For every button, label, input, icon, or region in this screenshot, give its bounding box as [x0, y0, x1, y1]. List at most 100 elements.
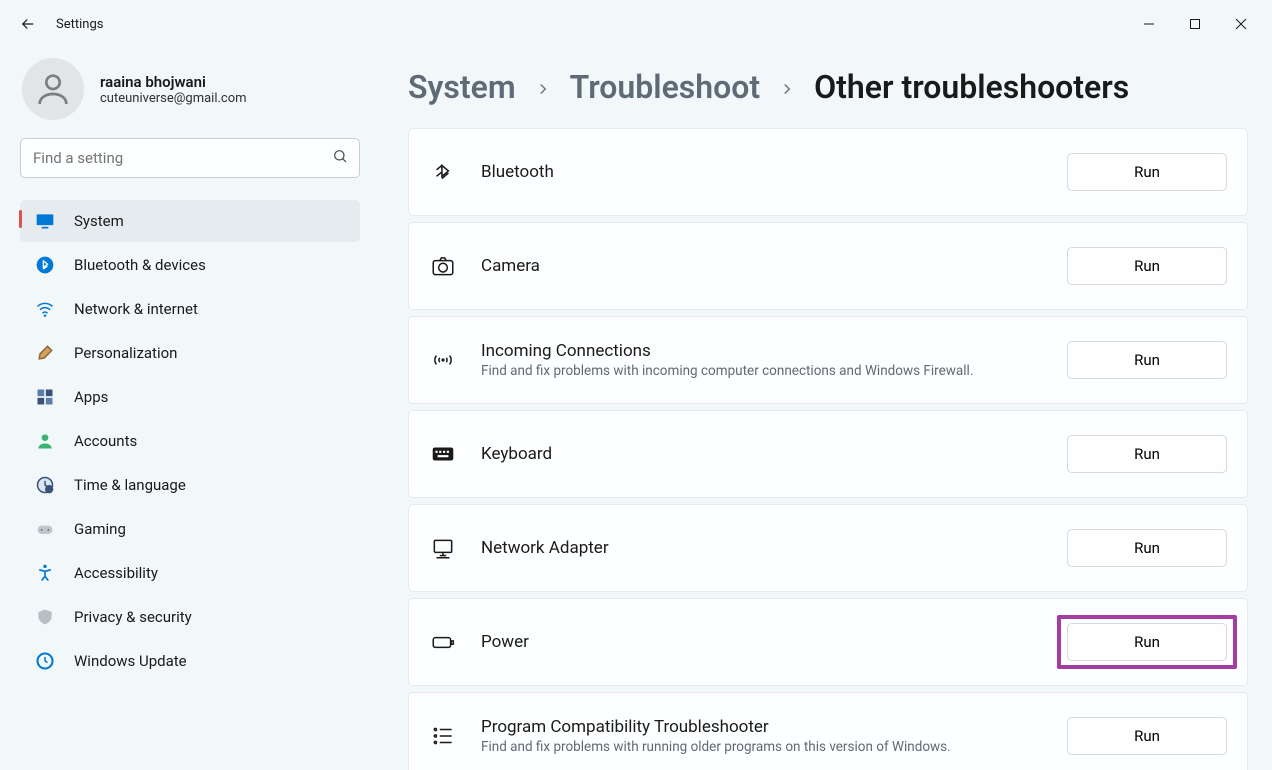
nav-item-label: Privacy & security [74, 608, 192, 626]
troubleshooter-program-compatibility-troubleshooter: Program Compatibility Troubleshooter Fin… [408, 692, 1248, 770]
sidebar: raaina bhojwani cuteuniverse@gmail.com S… [0, 48, 380, 770]
troubleshooter-power: Power Run [408, 598, 1248, 686]
breadcrumb-troubleshoot[interactable]: Troubleshoot [570, 68, 760, 106]
window-controls [1126, 8, 1264, 40]
close-icon [1235, 18, 1247, 30]
run-button[interactable]: Run [1067, 247, 1227, 285]
chevron-right-icon [778, 68, 796, 106]
card-title: Incoming Connections [481, 341, 1043, 361]
nav-list: System Bluetooth & devices Network & inter… [20, 200, 360, 682]
nav-item-apps[interactable]: Apps [20, 376, 360, 418]
troubleshooter-network-adapter: Network Adapter Run [408, 504, 1248, 592]
breadcrumb: System Troubleshoot Other troubleshooter… [408, 68, 1248, 106]
accessibility-icon [34, 562, 56, 584]
nav-item-system[interactable]: System [20, 200, 360, 242]
bluetooth-icon [34, 254, 56, 276]
keyboard-icon [429, 440, 457, 468]
nav-item-personalization[interactable]: Personalization [20, 332, 360, 374]
nav-item-label: Windows Update [74, 652, 187, 670]
nav-item-label: Accounts [74, 432, 137, 450]
update-icon [34, 650, 56, 672]
shield-icon [34, 606, 56, 628]
nav-item-bluetooth-devices[interactable]: Bluetooth & devices [20, 244, 360, 286]
run-button[interactable]: Run [1067, 153, 1227, 191]
card-body: Camera [481, 256, 1043, 276]
power-icon [429, 628, 457, 656]
breadcrumb-current: Other troubleshooters [814, 68, 1129, 106]
search-icon [332, 148, 348, 168]
apps-icon [34, 386, 56, 408]
card-subtitle: Find and fix problems with incoming comp… [481, 363, 1043, 379]
avatar [22, 58, 84, 120]
camera-icon [429, 252, 457, 280]
nav-item-network-internet[interactable]: Network & internet [20, 288, 360, 330]
card-subtitle: Find and fix problems with running older… [481, 739, 1043, 755]
bluetooth-outline-icon [429, 158, 457, 186]
card-body: Network Adapter [481, 538, 1043, 558]
arrow-left-icon [19, 15, 37, 33]
nav-item-label: Apps [74, 388, 108, 406]
chevron-right-icon [534, 68, 552, 106]
run-button[interactable]: Run [1067, 529, 1227, 567]
maximize-button[interactable] [1172, 8, 1218, 40]
monitor-icon [34, 210, 56, 232]
nav-item-label: System [74, 212, 124, 230]
troubleshooter-keyboard: Keyboard Run [408, 410, 1248, 498]
nav-item-label: Network & internet [74, 300, 198, 318]
minimize-icon [1143, 18, 1155, 30]
run-button[interactable]: Run [1067, 341, 1227, 379]
card-body: Program Compatibility Troubleshooter Fin… [481, 717, 1043, 755]
card-title: Power [481, 632, 1043, 652]
nav-item-accessibility[interactable]: Accessibility [20, 552, 360, 594]
card-title: Bluetooth [481, 162, 1043, 182]
search-input[interactable] [20, 138, 360, 178]
troubleshooter-incoming-connections: Incoming Connections Find and fix proble… [408, 316, 1248, 404]
troubleshooter-list: Bluetooth Run Camera Run Incoming Connec… [408, 128, 1248, 770]
nav-item-time-language[interactable]: Time & language [20, 464, 360, 506]
troubleshooter-camera: Camera Run [408, 222, 1248, 310]
highlight-frame: Run [1057, 615, 1237, 669]
troubleshooter-bluetooth: Bluetooth Run [408, 128, 1248, 216]
maximize-icon [1189, 18, 1201, 30]
nav-item-label: Personalization [74, 344, 177, 362]
card-title: Network Adapter [481, 538, 1043, 558]
run-button[interactable]: Run [1067, 623, 1227, 661]
nav-item-label: Bluetooth & devices [74, 256, 206, 274]
nav-item-accounts[interactable]: Accounts [20, 420, 360, 462]
nav-item-label: Time & language [74, 476, 186, 494]
search-wrap [20, 138, 360, 178]
run-button[interactable]: Run [1067, 717, 1227, 755]
nav-item-windows-update[interactable]: Windows Update [20, 640, 360, 682]
gamepad-icon [34, 518, 56, 540]
wifi-icon [34, 298, 56, 320]
person-icon [34, 430, 56, 452]
run-button[interactable]: Run [1067, 435, 1227, 473]
title-bar: Settings [0, 0, 1272, 48]
card-title: Program Compatibility Troubleshooter [481, 717, 1043, 737]
brush-icon [34, 342, 56, 364]
breadcrumb-system[interactable]: System [408, 68, 516, 106]
card-body: Power [481, 632, 1043, 652]
card-body: Incoming Connections Find and fix proble… [481, 341, 1043, 379]
person-icon [33, 69, 73, 109]
profile-block[interactable]: raaina bhojwani cuteuniverse@gmail.com [20, 58, 360, 120]
profile-email: cuteuniverse@gmail.com [100, 91, 247, 106]
nav-item-label: Accessibility [74, 564, 158, 582]
network-adapter-icon [429, 534, 457, 562]
clock-icon [34, 474, 56, 496]
nav-item-gaming[interactable]: Gaming [20, 508, 360, 550]
close-button[interactable] [1218, 8, 1264, 40]
nav-item-label: Gaming [74, 520, 126, 538]
profile-name: raaina bhojwani [100, 73, 247, 91]
minimize-button[interactable] [1126, 8, 1172, 40]
back-button[interactable] [8, 4, 48, 44]
card-title: Camera [481, 256, 1043, 276]
list-icon [429, 722, 457, 750]
antenna-icon [429, 346, 457, 374]
nav-item-privacy-security[interactable]: Privacy & security [20, 596, 360, 638]
card-body: Bluetooth [481, 162, 1043, 182]
card-body: Keyboard [481, 444, 1043, 464]
main-area: System Troubleshoot Other troubleshooter… [380, 48, 1272, 770]
window-title: Settings [56, 17, 103, 32]
card-title: Keyboard [481, 444, 1043, 464]
